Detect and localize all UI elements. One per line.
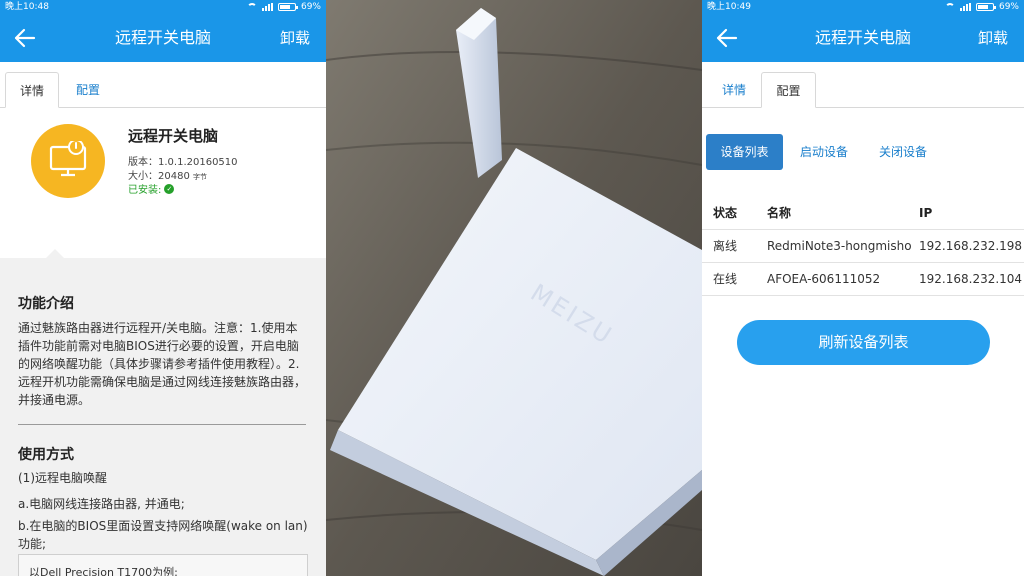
router-photo: MEIZU xyxy=(326,0,702,576)
device-table: 状态 名称 IP 离线 RedmiNote3-hongmisho 192.168… xyxy=(702,197,1024,296)
app-bar: 远程开关电脑 卸载 xyxy=(0,14,326,62)
signal-icon xyxy=(959,3,971,11)
tab-config[interactable]: 配置 xyxy=(62,72,114,108)
right-phone-screen: 晚上10:49 69% 远程开关电脑 卸载 详情 配置 设备列表 启动设备 关闭… xyxy=(702,0,1024,576)
wifi-icon xyxy=(944,3,955,11)
installed-status: 已安装: ✓ xyxy=(128,181,175,196)
device-status: 离线 xyxy=(713,239,738,253)
app-size-unit: 字节 xyxy=(193,173,207,181)
device-list-button[interactable]: 设备列表 xyxy=(706,134,783,170)
app-bar: 远程开关电脑 卸载 xyxy=(702,14,1024,62)
start-device-button[interactable]: 启动设备 xyxy=(790,134,858,170)
usage-line: a.电脑网线连接路由器, 并通电; xyxy=(18,497,185,511)
column-header-name: 名称 xyxy=(767,206,792,220)
intro-title: 功能介绍 xyxy=(18,296,74,312)
router-illustration: MEIZU xyxy=(326,0,702,576)
table-row[interactable]: 离线 RedmiNote3-hongmisho 192.168.232.198 xyxy=(702,230,1024,263)
tab-bar: 详情 配置 xyxy=(702,62,1024,108)
device-ip: 192.168.232.104 xyxy=(919,272,1023,286)
column-header-status: 状态 xyxy=(713,206,738,220)
device-ip: 192.168.232.198 xyxy=(919,239,1023,253)
monitor-power-icon xyxy=(31,124,105,198)
device-name: RedmiNote3-hongmisho xyxy=(767,239,912,253)
left-phone-screen: 晚上10:48 69% 远程开关电脑 卸载 详情 配置 远程开关电脑 版本：1.… xyxy=(0,0,326,576)
screenshot-composite: 晚上10:48 69% 远程开关电脑 卸载 详情 配置 远程开关电脑 版本：1.… xyxy=(0,0,1024,576)
page-title: 远程开关电脑 xyxy=(814,28,911,47)
usage-line: (1)远程电脑唤醒 xyxy=(18,471,107,485)
device-status: 在线 xyxy=(713,272,738,286)
tab-config[interactable]: 配置 xyxy=(761,72,816,108)
tab-bar: 详情 配置 xyxy=(0,62,326,108)
status-time: 晚上10:48 xyxy=(5,2,49,12)
device-name: AFOEA-606111052 xyxy=(767,272,881,286)
status-icons: 69% xyxy=(944,0,1019,14)
status-time: 晚上10:49 xyxy=(707,2,751,12)
column-header-ip: IP xyxy=(919,206,933,220)
battery-percent: 69% xyxy=(998,2,1019,12)
signal-icon xyxy=(261,3,273,11)
app-size: 大小：20480 字节 xyxy=(128,167,207,182)
uninstall-button[interactable]: 卸载 xyxy=(280,14,310,62)
description-section: 功能介绍 通过魅族路由器进行远程开/关电脑。注意：1.使用本插件功能前需对电脑B… xyxy=(0,249,326,576)
tab-details[interactable]: 详情 xyxy=(708,72,760,108)
battery-icon xyxy=(277,3,298,11)
device-action-bar: 设备列表 启动设备 关闭设备 xyxy=(702,108,1024,178)
wifi-icon xyxy=(246,3,257,11)
tab-details[interactable]: 详情 xyxy=(5,72,59,108)
page-title: 远程开关电脑 xyxy=(114,28,211,47)
usage-title: 使用方式 xyxy=(18,447,74,463)
intro-text: 通过魅族路由器进行远程开/关电脑。注意：1.使用本插件功能前需对电脑BIOS进行… xyxy=(18,321,307,407)
battery-icon xyxy=(975,3,996,11)
app-name: 远程开关电脑 xyxy=(128,127,219,145)
refresh-device-list-button[interactable]: 刷新设备列表 xyxy=(737,320,990,365)
battery-percent: 69% xyxy=(300,2,321,12)
shutdown-device-button[interactable]: 关闭设备 xyxy=(869,134,937,170)
status-bar: 晚上10:48 69% xyxy=(0,0,326,14)
check-icon: ✓ xyxy=(164,183,175,194)
installed-label: 已安装: xyxy=(128,185,162,196)
example-box: 以Dell Precision T1700为例: xyxy=(18,554,308,576)
app-version: 版本：1.0.1.20160510 xyxy=(128,157,238,168)
status-icons: 69% xyxy=(246,0,321,14)
uninstall-button[interactable]: 卸载 xyxy=(978,14,1008,62)
app-info: 远程开关电脑 版本：1.0.1.20160510 大小：20480 字节 已安装… xyxy=(0,108,326,246)
status-bar: 晚上10:49 69% xyxy=(702,0,1024,14)
divider xyxy=(18,424,306,425)
table-row[interactable]: 在线 AFOEA-606111052 192.168.232.104 xyxy=(702,263,1024,296)
table-header: 状态 名称 IP xyxy=(702,197,1024,230)
usage-line: b.在电脑的BIOS里面设置支持网络唤醒(wake on lan)功能; xyxy=(18,519,308,551)
